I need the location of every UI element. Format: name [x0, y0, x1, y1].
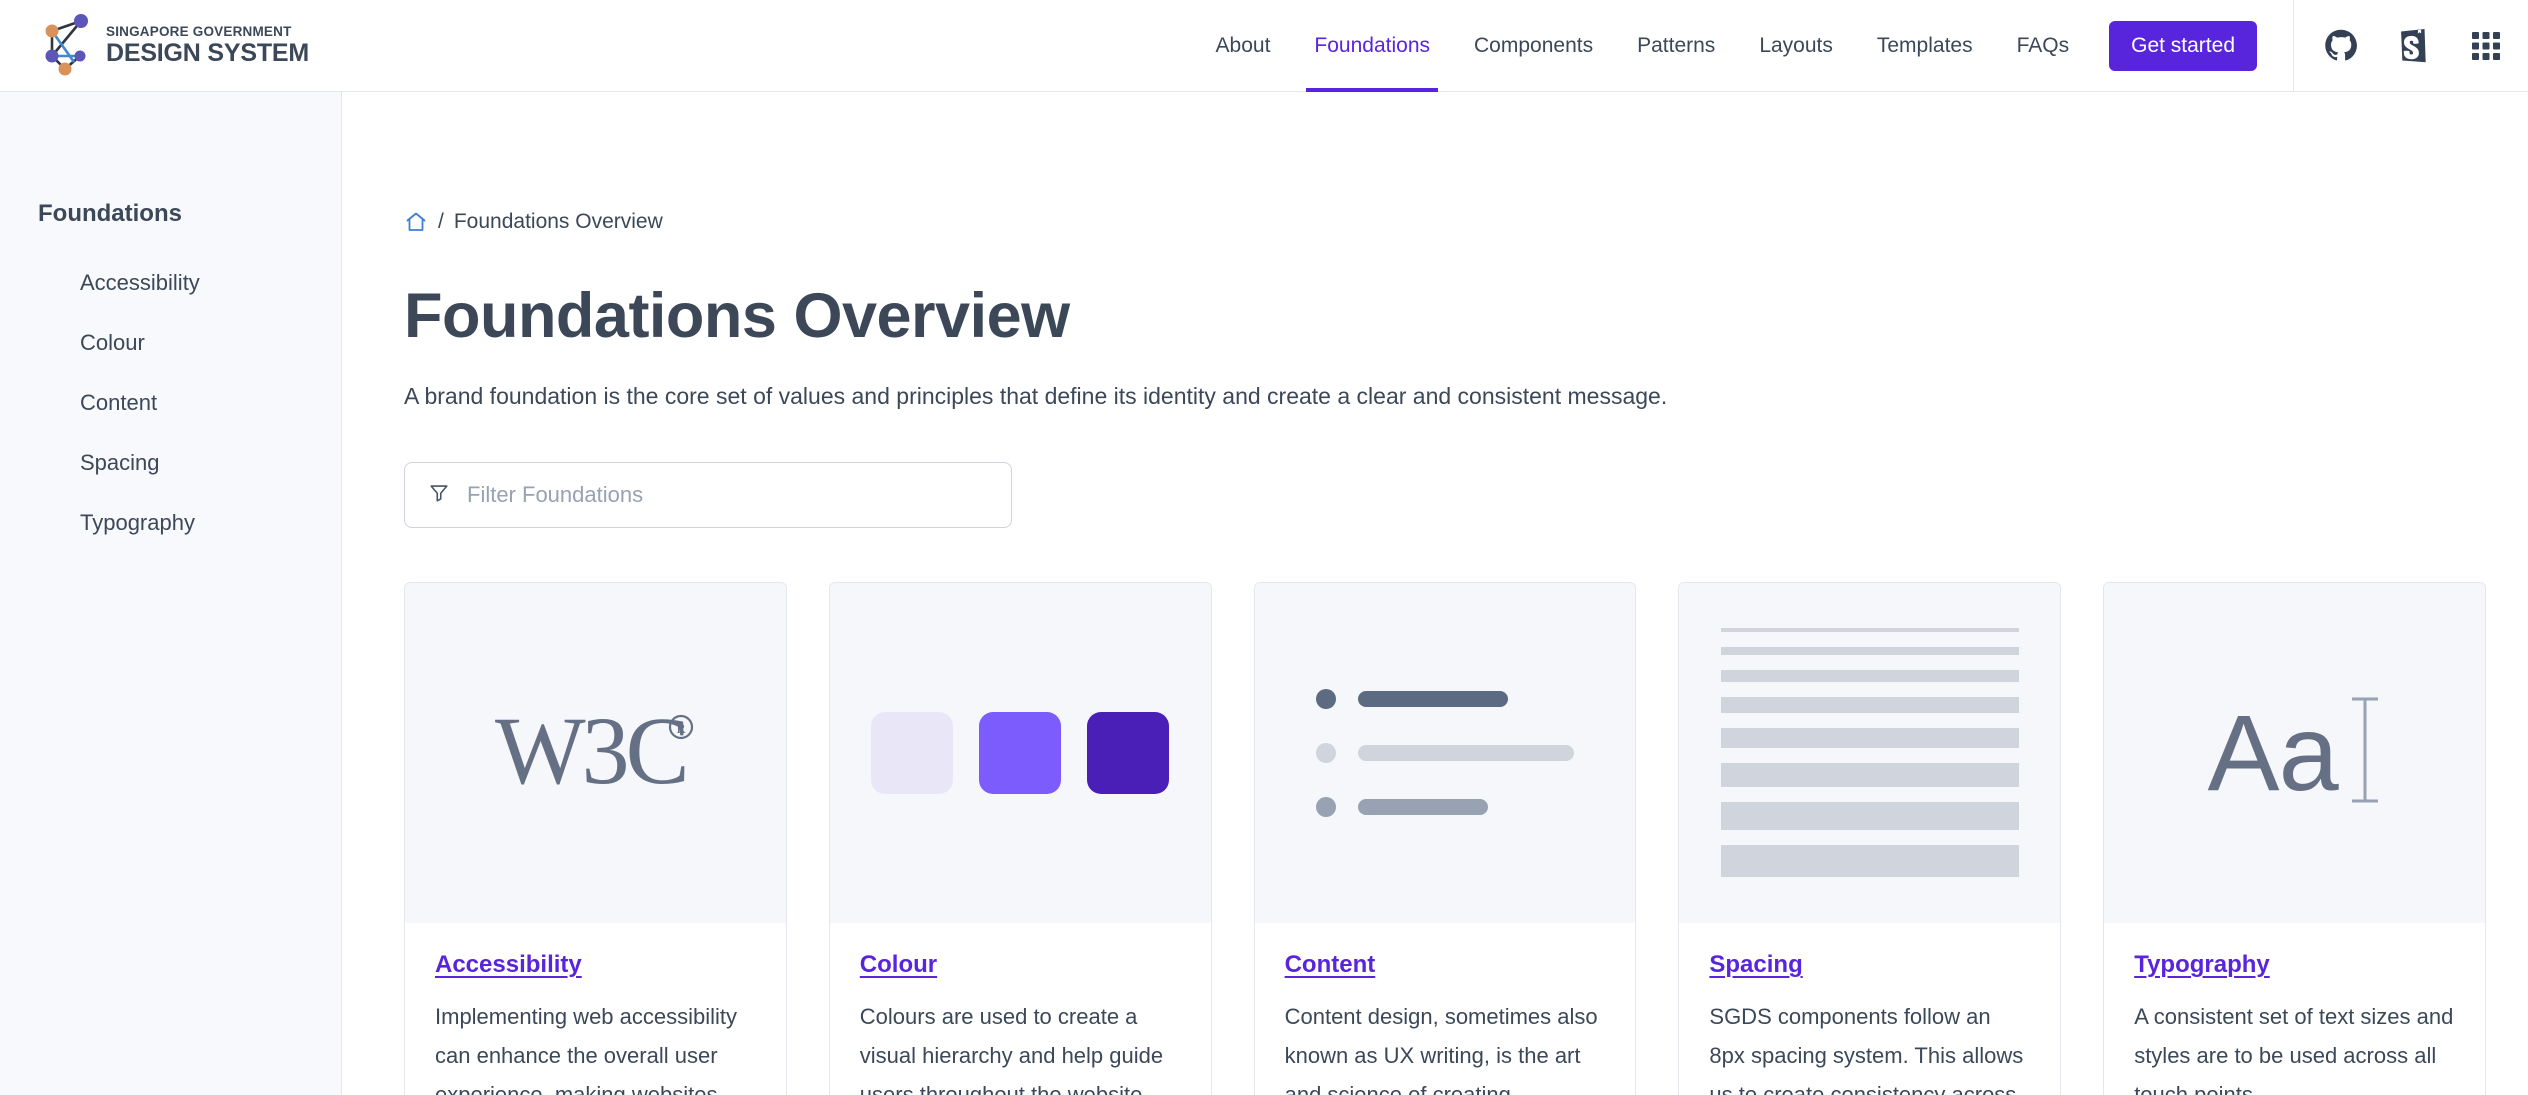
spacing-bar: [1720, 728, 2019, 749]
sidebar-title: Foundations: [38, 200, 182, 227]
card-media-typography: Aa: [2104, 582, 2485, 923]
sidebar: Foundations Accessibility Colour Content…: [0, 92, 342, 1095]
top-navbar: SINGAPORE GOVERNMENT DESIGN SYSTEM About…: [0, 0, 2528, 92]
get-started-button[interactable]: Get started: [2109, 20, 2257, 71]
header-icon-group: [2294, 0, 2528, 92]
sidebar-nav-list: Accessibility Colour Content Spacing Typ…: [38, 270, 341, 536]
brand-line-1: SINGAPORE GOVERNMENT: [106, 24, 292, 40]
page-description: A brand foundation is the core set of va…: [404, 383, 1668, 410]
card-body-spacing: Spacing SGDS components follow an 8px sp…: [1679, 923, 2060, 1095]
sidebar-item-colour[interactable]: Colour: [38, 330, 341, 356]
sidebar-link-typography[interactable]: Typography: [38, 510, 195, 536]
card-colour[interactable]: Colour Colours are used to create a visu…: [828, 581, 1212, 1095]
card-spacing[interactable]: Spacing SGDS components follow an 8px sp…: [1678, 581, 2062, 1095]
card-text-typography: A consistent set of text sizes and style…: [2134, 1003, 2454, 1095]
spacing-bar: [1720, 697, 2019, 714]
content-bullet-dot: [1315, 742, 1336, 763]
breadcrumb: / Foundations Overview: [404, 210, 2528, 234]
colour-swatch-group: [871, 711, 1170, 794]
card-text-content: Content design, sometimes also known as …: [1284, 1003, 1598, 1095]
nav-item-faqs[interactable]: FAQs: [1995, 0, 2092, 92]
card-link-typography[interactable]: Typography: [2134, 951, 2270, 979]
typography-ruler-icon: [2348, 694, 2382, 811]
card-text-spacing: SGDS components follow an 8px spacing sy…: [1709, 1003, 2024, 1095]
spacing-bar: [1720, 628, 2019, 633]
main-content: / Foundations Overview Foundations Overv…: [342, 92, 2528, 1095]
sidebar-link-colour[interactable]: Colour: [38, 330, 145, 356]
content-list-row: [1315, 688, 1574, 709]
filter-foundations-input[interactable]: [404, 461, 1012, 528]
spacing-bars-icon: [1720, 628, 2019, 878]
card-body-typography: Typography A consistent set of text size…: [2104, 923, 2485, 1095]
content-list-icon: [1315, 688, 1574, 817]
sidebar-item-spacing[interactable]: Spacing: [38, 450, 341, 476]
w3c-logo-icon: W3C R: [495, 697, 695, 809]
typography-sample-icon: Aa: [2208, 694, 2382, 811]
foundations-card-grid: W3C R Accessibility Implementing web acc…: [404, 581, 2528, 1095]
colour-swatch-light: [871, 711, 954, 794]
card-body-accessibility: Accessibility Implementing web accessibi…: [405, 923, 786, 1095]
content-list-row: [1315, 796, 1574, 817]
nav-item-patterns[interactable]: Patterns: [1615, 0, 1737, 92]
card-link-content[interactable]: Content: [1285, 951, 1376, 979]
card-text-colour: Colours are used to create a visual hier…: [859, 1003, 1164, 1095]
page-body: Foundations Accessibility Colour Content…: [0, 92, 2528, 1095]
card-link-accessibility[interactable]: Accessibility: [435, 951, 582, 979]
card-body-colour: Colour Colours are used to create a visu…: [830, 923, 1211, 1095]
content-list-row: [1315, 742, 1574, 763]
colour-swatch-medium: [979, 711, 1062, 794]
nav-item-about[interactable]: About: [1194, 0, 1293, 92]
typography-aa-text: Aa: [2207, 691, 2339, 813]
card-media-spacing: [1679, 582, 2061, 923]
card-accessibility[interactable]: W3C R Accessibility Implementing web acc…: [404, 581, 787, 1095]
colour-swatch-dark: [1087, 711, 1170, 794]
card-body-content: Content Content design, sometimes also k…: [1255, 923, 1636, 1095]
breadcrumb-separator: /: [438, 210, 444, 233]
breadcrumb-home-link[interactable]: [404, 210, 428, 234]
card-media-accessibility: W3C R: [405, 582, 786, 923]
breadcrumb-current-page: Foundations Overview: [453, 210, 663, 233]
sidebar-item-content[interactable]: Content: [38, 390, 341, 416]
nav-right-cluster: About Foundations Components Patterns La…: [1194, 0, 2528, 92]
brand-home-link[interactable]: SINGAPORE GOVERNMENT DESIGN SYSTEM: [32, 0, 309, 92]
card-text-accessibility: Implementing web accessibility can enhan…: [435, 1003, 738, 1095]
svg-text:W3C: W3C: [495, 697, 686, 804]
content-bullet-dot: [1315, 796, 1336, 817]
app-grid-icon[interactable]: [2470, 30, 2502, 62]
spacing-bar: [1720, 763, 2019, 788]
storybook-icon[interactable]: [2398, 28, 2430, 63]
brand-line-2: DESIGN SYSTEM: [106, 38, 309, 67]
sgds-network-logo-icon: [32, 10, 104, 82]
content-text-bar: [1357, 690, 1508, 707]
nav-item-templates[interactable]: Templates: [1855, 0, 1995, 92]
primary-nav: About Foundations Components Patterns La…: [1194, 0, 2092, 92]
card-typography[interactable]: Aa Typography A consistent set of text s…: [2103, 581, 2486, 1095]
spacing-bar: [1720, 802, 2019, 831]
sidebar-item-accessibility[interactable]: Accessibility: [38, 270, 341, 296]
spacing-bar: [1720, 845, 2019, 878]
spacing-bar: [1720, 670, 2019, 683]
nav-item-layouts[interactable]: Layouts: [1737, 0, 1855, 92]
filter-field-wrapper: [404, 461, 1012, 528]
sidebar-link-accessibility[interactable]: Accessibility: [38, 270, 200, 296]
page-title: Foundations Overview: [404, 281, 1070, 351]
github-icon[interactable]: [2324, 29, 2358, 63]
card-media-colour: [829, 582, 1211, 923]
nav-item-foundations[interactable]: Foundations: [1292, 0, 1452, 92]
card-media-content: [1254, 582, 1636, 923]
spacing-bar: [1720, 647, 2019, 656]
content-bullet-dot: [1315, 688, 1336, 709]
card-content[interactable]: Content Content design, sometimes also k…: [1253, 581, 1637, 1095]
sidebar-link-content[interactable]: Content: [38, 390, 157, 416]
svg-text:R: R: [677, 722, 687, 737]
nav-item-components[interactable]: Components: [1452, 0, 1615, 92]
content-text-bar: [1357, 744, 1574, 761]
card-link-spacing[interactable]: Spacing: [1709, 951, 1802, 979]
sidebar-item-typography[interactable]: Typography: [38, 510, 341, 536]
sidebar-link-spacing[interactable]: Spacing: [38, 450, 160, 476]
card-link-colour[interactable]: Colour: [860, 951, 937, 979]
home-icon: [404, 210, 428, 234]
content-text-bar: [1357, 798, 1488, 815]
